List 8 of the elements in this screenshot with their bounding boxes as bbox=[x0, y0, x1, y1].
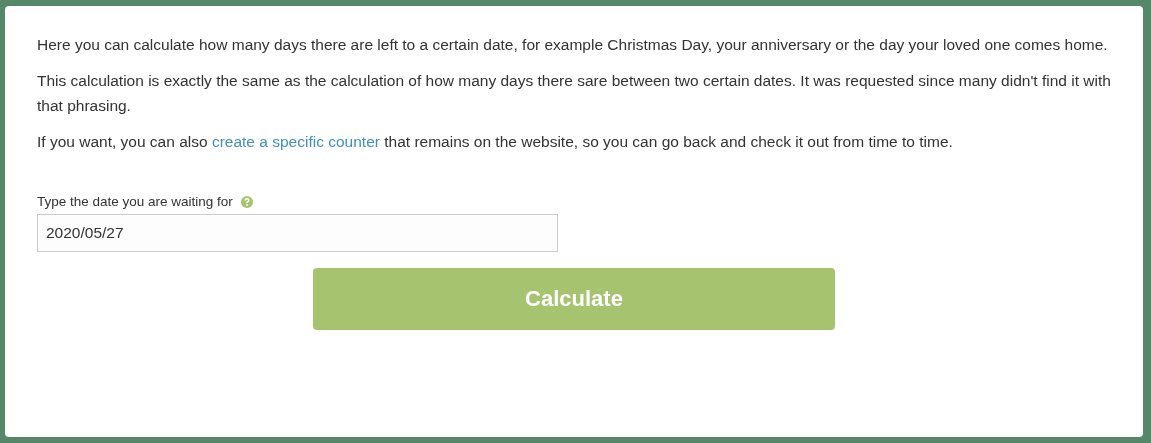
paragraph: Here you can calculate how many days there are left to a certain date, for example Christmas Day, your anniversary or the day your loved one comes home. bbox=[37, 35, 1109, 55]
counter-link[interactable]: create a specific counter bbox=[211, 133, 380, 150]
calculate-button[interactable]: Calculate bbox=[313, 268, 835, 330]
date-input-field[interactable]: 2020/05/27 bbox=[37, 214, 558, 252]
field-label: Type the date you are waiting for bbox=[37, 194, 233, 209]
paragraph: If you want, you can also create a specific counter that remains on the website, so you can go back and check it out from time to time. bbox=[37, 132, 954, 152]
paragraph: This calculation is exactly the same as the calculation of how many days there sare between two certain dates. It was requested since many didn't find it with that phrasing. bbox=[37, 71, 1112, 116]
help-icon[interactable] bbox=[240, 195, 253, 208]
